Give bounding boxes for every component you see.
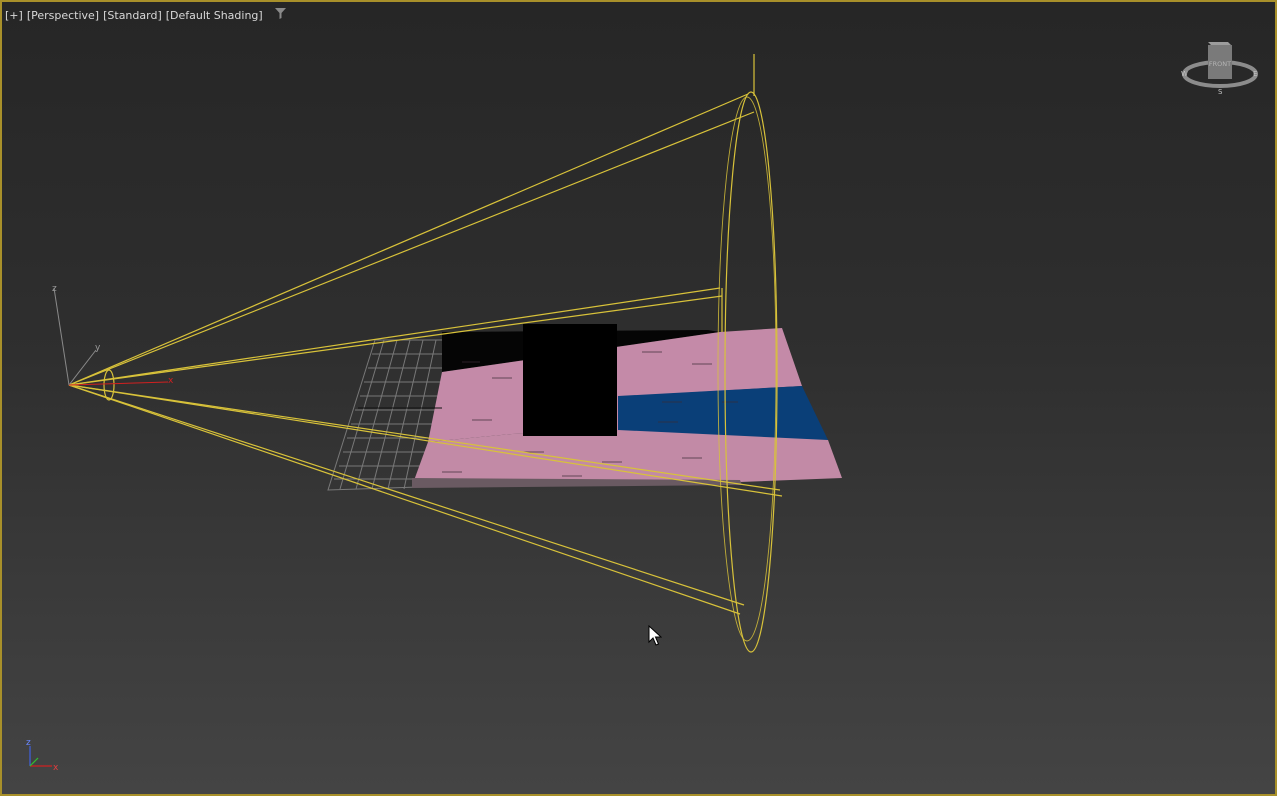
tripod-label-z: z bbox=[26, 738, 31, 748]
viewport-standard-menu[interactable]: [Standard] bbox=[103, 9, 162, 23]
light-gizmo-axes: z y x bbox=[52, 284, 174, 386]
gizmo-label-z: z bbox=[52, 284, 57, 294]
compass-east: E bbox=[1253, 70, 1257, 78]
gizmo-label-y: y bbox=[95, 343, 101, 353]
compass-south: S bbox=[1218, 88, 1223, 96]
arrow-cursor-icon bbox=[648, 625, 662, 646]
scene-canvas[interactable]: z y x bbox=[2, 2, 1275, 794]
perspective-viewport[interactable]: z y x [+] [Perspective] [Standard] [Defa… bbox=[0, 0, 1277, 796]
filter-funnel-icon[interactable] bbox=[274, 8, 286, 23]
compass-west: W bbox=[1181, 70, 1188, 78]
viewport-label-menu: [+] [Perspective] [Standard] [Default Sh… bbox=[5, 8, 286, 23]
viewcube-front-label: FRONT bbox=[1209, 60, 1231, 68]
tripod-label-x: x bbox=[53, 763, 59, 773]
viewport-shading-menu[interactable]: [Default Shading] bbox=[166, 9, 263, 23]
box-object[interactable] bbox=[523, 324, 617, 436]
viewport-point-of-view-menu[interactable]: [Perspective] bbox=[27, 9, 99, 23]
world-axis-tripod: z x bbox=[26, 738, 59, 773]
viewcube[interactable]: FRONT W E S bbox=[1178, 36, 1260, 96]
gizmo-label-x: x bbox=[168, 376, 174, 386]
viewport-general-menu[interactable]: [+] bbox=[5, 9, 23, 23]
